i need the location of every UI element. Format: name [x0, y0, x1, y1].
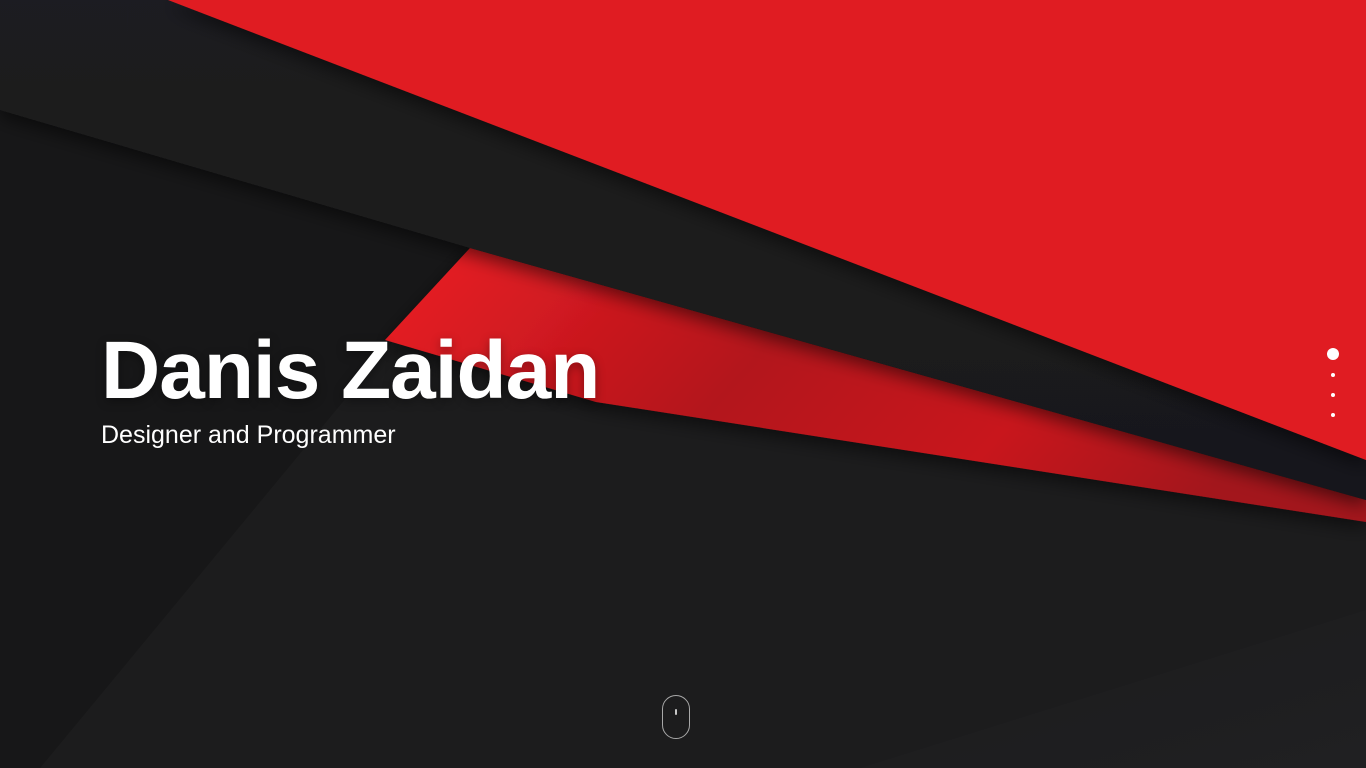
mouse-scroll-icon[interactable] — [662, 695, 690, 739]
section-nav-dot-3[interactable] — [1331, 393, 1335, 397]
hero-title: Danis Zaidan — [101, 325, 600, 416]
section-nav-dot-1[interactable] — [1327, 348, 1339, 360]
hero-subtitle: Designer and Programmer — [101, 421, 396, 449]
section-nav-dot-2[interactable] — [1331, 373, 1335, 377]
section-nav-dot-4[interactable] — [1331, 413, 1335, 417]
hero-section: Danis Zaidan Designer and Programmer — [0, 0, 1366, 768]
section-dot-navigation — [1326, 346, 1340, 425]
mouse-wheel-indicator — [675, 709, 677, 715]
hero-text-block: Danis Zaidan Designer and Programmer — [101, 325, 600, 452]
